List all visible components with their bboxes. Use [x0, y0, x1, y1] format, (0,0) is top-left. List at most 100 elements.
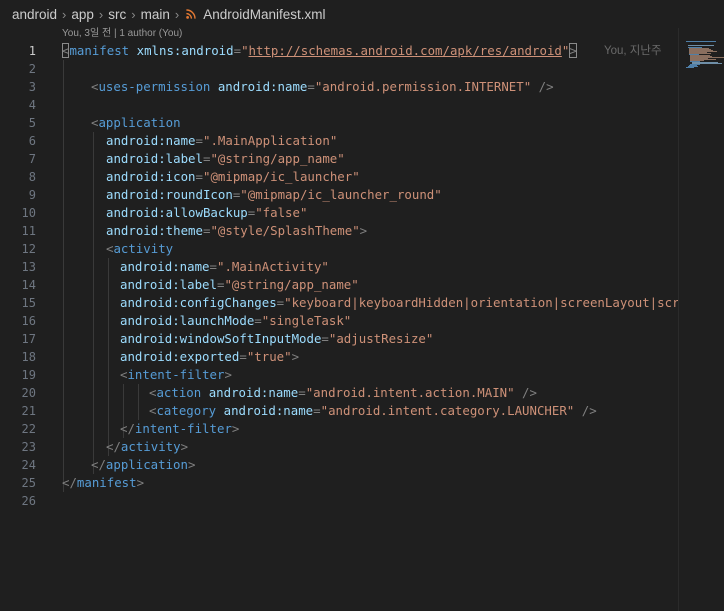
breadcrumb-item-app[interactable]: app — [71, 7, 94, 22]
chevron-right-icon: › — [131, 6, 136, 22]
code-line-24: </application> — [91, 457, 196, 472]
code-line-19: <intent-filter> — [120, 367, 232, 382]
line-number: 9 — [28, 188, 36, 202]
line-number: 20 — [21, 386, 36, 400]
line-number: 12 — [21, 242, 36, 256]
attr-name: android:label — [106, 151, 203, 166]
code-line-9: android:roundIcon="@mipmap/ic_launcher_r… — [106, 187, 442, 202]
line-number: 2 — [28, 62, 36, 76]
code-line-16: android:launchMode="singleTask" — [120, 313, 352, 328]
tag-name: intent-filter — [134, 421, 232, 436]
tag-name: activity — [120, 439, 181, 454]
tag-name: category — [156, 403, 217, 418]
code-line-17: android:windowSoftInputMode="adjustResiz… — [120, 331, 434, 346]
attr-name: android:roundIcon — [106, 187, 233, 202]
attr-value: "android.intent.category.LAUNCHER" — [320, 403, 575, 418]
code-line-18: android:exported="true"> — [120, 349, 300, 364]
attr-value: "adjustResize" — [328, 331, 434, 346]
code-line-3: <uses-permission android:name="android.p… — [91, 79, 554, 94]
attr-name: android:label — [120, 277, 217, 292]
line-number: 4 — [28, 98, 36, 112]
minimap-line — [688, 45, 714, 46]
attr-name: android:windowSoftInputMode — [120, 331, 322, 346]
code-line-6: android:name=".MainApplication" — [106, 133, 338, 148]
code-content[interactable]: <manifest xmlns:android="http://schemas.… — [62, 28, 678, 611]
code-line-22: </intent-filter> — [120, 421, 240, 436]
code-line-1: <manifest xmlns:android="http://schemas.… — [62, 43, 577, 58]
attr-name: android:name — [217, 79, 308, 94]
line-number: 18 — [21, 350, 36, 364]
line-number: 26 — [21, 494, 36, 508]
minimap-divider — [678, 28, 679, 611]
line-number: 16 — [21, 314, 36, 328]
line-number: 25 — [21, 476, 36, 490]
attr-name: android:configChanges — [120, 295, 277, 310]
tag-name: activity — [113, 241, 174, 256]
code-line-11: android:theme="@style/SplashTheme"> — [106, 223, 368, 238]
breadcrumb-file[interactable]: AndroidManifest.xml — [203, 7, 325, 22]
attr-value: "@mipmap/ic_launcher_round" — [240, 187, 442, 202]
attr-name: android:name — [106, 133, 196, 148]
schema-url-link[interactable]: http://schemas.android.com/apk/res/andro… — [249, 43, 562, 58]
indent-guide — [108, 258, 109, 456]
line-number: 21 — [21, 404, 36, 418]
line-number: 7 — [28, 152, 36, 166]
chevron-right-icon: › — [174, 6, 180, 22]
attr-value: "@style/SplashTheme" — [210, 223, 360, 238]
indent-guide — [63, 60, 64, 492]
minimap[interactable] — [680, 28, 724, 611]
code-editor[interactable]: 1 2 3 4 5 6 7 8 9 10 11 12 13 14 15 16 1… — [0, 28, 678, 611]
code-line-8: android:icon="@mipmap/ic_launcher" — [106, 169, 360, 184]
indent-guide — [93, 132, 94, 474]
chevron-right-icon: › — [98, 6, 104, 22]
attr-name: android:icon — [106, 169, 196, 184]
code-line-25: </manifest> — [62, 475, 145, 490]
tag-name: application — [98, 115, 181, 130]
code-line-21: <category android:name="android.intent.c… — [149, 403, 597, 418]
attr-name: xmlns:android — [136, 43, 234, 58]
code-line-10: android:allowBackup="false" — [106, 205, 308, 220]
breadcrumb-item-src[interactable]: src — [108, 7, 126, 22]
line-number: 19 — [21, 368, 36, 382]
tag-name: uses-permission — [98, 79, 211, 94]
tag-name: intent-filter — [127, 367, 225, 382]
attr-value: "@string/app_name" — [224, 277, 359, 292]
line-number: 3 — [28, 80, 36, 94]
line-number: 11 — [21, 224, 36, 238]
tag-name: manifest — [76, 475, 137, 490]
line-number: 23 — [21, 440, 36, 454]
code-line-23: </activity> — [106, 439, 189, 454]
indent-guide — [138, 384, 139, 420]
line-number: 10 — [21, 206, 36, 220]
line-number: 13 — [21, 260, 36, 274]
line-number: 22 — [21, 422, 36, 436]
code-line-15: android:configChanges="keyboard|keyboard… — [120, 294, 678, 312]
line-number: 17 — [21, 332, 36, 346]
attr-value: "keyboard|keyboardHidden|orientation|scr… — [284, 295, 678, 310]
attr-value: "android.intent.action.MAIN" — [305, 385, 515, 400]
attr-value: ".MainActivity" — [217, 259, 329, 274]
breadcrumb: android › app › src › main › AndroidMani… — [0, 0, 724, 28]
attr-name: android:launchMode — [120, 313, 255, 328]
line-number: 15 — [21, 296, 36, 310]
chevron-right-icon: › — [62, 6, 67, 22]
attr-name: android:exported — [120, 349, 240, 364]
attr-value: "singleTask" — [261, 313, 352, 328]
breadcrumb-item-main[interactable]: main — [141, 7, 170, 22]
attr-name: android:theme — [106, 223, 203, 238]
tag-name: manifest — [69, 43, 130, 58]
tag-name: application — [105, 457, 188, 472]
line-number: 14 — [21, 278, 36, 292]
line-number: 5 — [28, 116, 36, 130]
code-line-7: android:label="@string/app_name" — [106, 151, 345, 166]
attr-name: android:allowBackup — [106, 205, 248, 220]
code-line-14: android:label="@string/app_name" — [120, 277, 359, 292]
line-number: 24 — [21, 458, 36, 472]
tag-name: action — [156, 385, 202, 400]
breadcrumb-item-android[interactable]: android — [12, 7, 57, 22]
line-number: 6 — [28, 134, 36, 148]
rss-xml-icon — [186, 9, 196, 19]
attr-name: android:name — [120, 259, 210, 274]
code-line-13: android:name=".MainActivity" — [120, 259, 329, 274]
attr-value: "android.permission.INTERNET" — [314, 79, 532, 94]
